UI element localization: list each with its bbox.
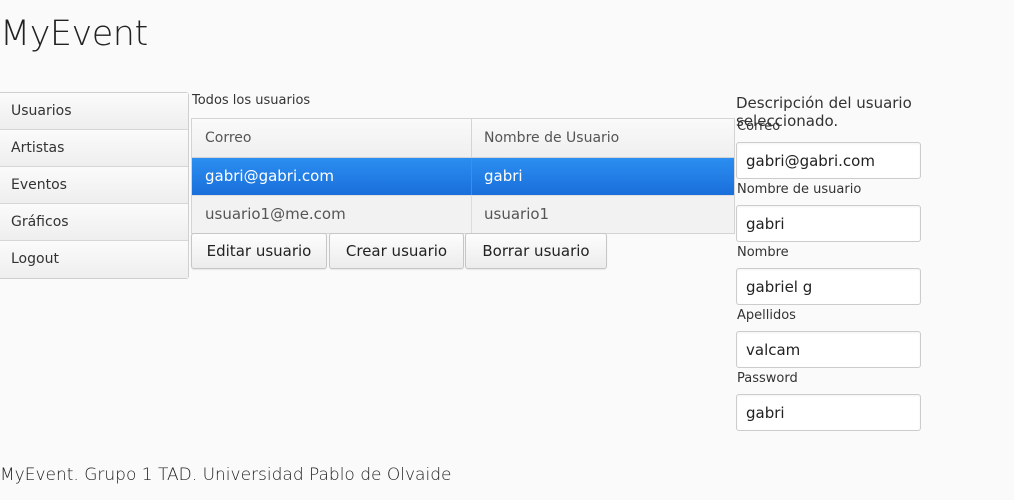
cell-email: gabri@gabri.com bbox=[192, 158, 472, 195]
cell-username: gabri bbox=[484, 167, 523, 185]
delete-user-button[interactable]: Borrar usuario bbox=[465, 233, 607, 269]
create-user-button[interactable]: Crear usuario bbox=[329, 233, 464, 269]
app-title: MyEvent bbox=[0, 14, 148, 54]
email-label: Correo bbox=[737, 119, 781, 134]
users-caption: Todos los usuarios bbox=[192, 93, 311, 108]
name-label: Nombre bbox=[737, 245, 789, 260]
sidebar-item-graficos[interactable]: Gráficos bbox=[0, 204, 188, 241]
users-table: Correo Nombre de Usuario gabri@gabri.com… bbox=[191, 118, 735, 234]
column-header-nombre-usuario[interactable]: Nombre de Usuario bbox=[472, 119, 734, 157]
footer-text: MyEvent. Grupo 1 TAD. Universidad Pablo … bbox=[0, 465, 452, 485]
password-label: Password bbox=[737, 371, 798, 386]
column-header-correo[interactable]: Correo bbox=[192, 119, 472, 157]
table-row[interactable]: gabri@gabri.com gabri bbox=[192, 158, 734, 195]
username-label: Nombre de usuario bbox=[737, 182, 862, 197]
table-header: Correo Nombre de Usuario bbox=[192, 119, 734, 158]
sidebar-item-artistas[interactable]: Artistas bbox=[0, 130, 188, 167]
edit-user-button[interactable]: Editar usuario bbox=[191, 233, 327, 269]
email-field[interactable] bbox=[736, 142, 921, 179]
surname-label: Apellidos bbox=[737, 308, 796, 323]
sidebar: Usuarios Artistas Eventos Gráficos Logou… bbox=[0, 92, 189, 279]
sidebar-item-logout[interactable]: Logout bbox=[0, 241, 188, 278]
cell-email: usuario1@me.com bbox=[192, 196, 472, 233]
table-row[interactable]: usuario1@me.com usuario1 bbox=[192, 195, 734, 233]
surname-field[interactable] bbox=[736, 331, 921, 368]
sidebar-item-usuarios[interactable]: Usuarios bbox=[0, 93, 188, 130]
sidebar-item-eventos[interactable]: Eventos bbox=[0, 167, 188, 204]
cell-username: usuario1 bbox=[484, 205, 550, 223]
name-field[interactable] bbox=[736, 268, 921, 305]
username-field[interactable] bbox=[736, 205, 921, 242]
password-field[interactable] bbox=[736, 394, 921, 431]
